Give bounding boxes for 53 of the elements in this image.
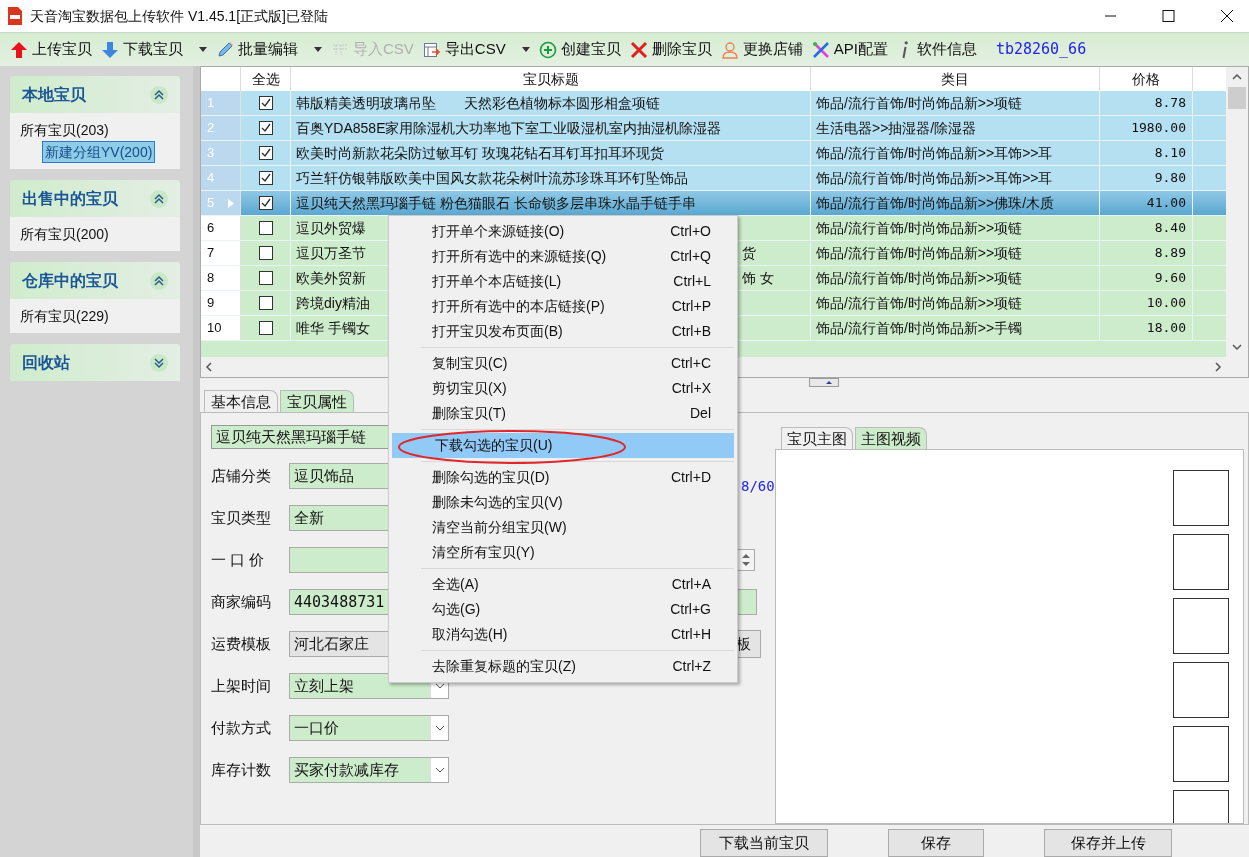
account-name: tb28260_66 [995,39,1087,61]
char-counter: 8/60 [741,477,775,496]
table-cell-text: 饰品/流行首饰/时尚饰品新>>耳饰>>耳 [816,168,1053,188]
table-cell-text: 逗贝外贸爆 [296,218,366,238]
field-label: 商家编码 [211,591,272,612]
table-cell-text: 跨境diy精油 [296,293,370,313]
table-cell-text: 10.00 [1146,294,1186,313]
table-cell-text: 饰品/流行首饰/时尚饰品新>>耳饰>>耳 [816,143,1053,163]
row-number: 5 [207,194,215,213]
field-label: 店铺分类 [211,465,272,486]
table-cell-text: 百奥YDA858E家用除湿机大功率地下室工业吸湿机室内抽湿机除湿器 [296,118,722,138]
field-label: 库存计数 [211,759,272,780]
field-label: 运费模板 [211,633,272,654]
field-label: 付款方式 [211,717,272,738]
table-cell-text: 饰品/流行首饰/时尚饰品新>>佛珠/木质 [816,193,1055,213]
row-number: 1 [207,94,215,113]
table-cell-text: 巧兰轩仿银韩版欧美中国风女款花朵树叶流苏珍珠耳环钉坠饰品 [296,168,688,188]
table-cell-text: 欧美外贸新 [296,268,366,288]
row-number: 2 [207,119,215,138]
row-number: 4 [207,169,215,188]
table-cell-text: 逗贝纯天然黑玛瑙手链 粉色猫眼石 长命锁多层串珠水晶手链手串 [296,193,696,213]
field-label: 一 口 价 [211,549,266,570]
table-cell-text: 饰品/流行首饰/时尚饰品新>>项链 [816,93,1023,113]
row-number: 10 [207,319,222,338]
row-number: 9 [207,294,215,313]
table-cell: 饰 女 [742,269,774,286]
field-label: 宝贝类型 [211,507,272,528]
table-cell-text: 8.78 [1154,94,1186,113]
row-number: 8 [207,269,215,288]
table-cell: 货 [742,244,756,261]
table-cell-text: 饰品/流行首饰/时尚饰品新>>项链 [816,293,1023,313]
row-number: 6 [207,219,215,238]
table-cell-text: 41.00 [1146,194,1186,213]
table-cell-text: 欧美时尚新款花朵防过敏耳钉 玫瑰花钻石耳钉耳扣耳环现货 [296,143,664,163]
row-number: 7 [207,244,215,263]
table-cell-text: 饰品/流行首饰/时尚饰品新>>项链 [816,268,1023,288]
row-number: 3 [207,144,215,163]
table-cell-text: 生活电器>>抽湿器/除湿器 [816,118,977,138]
window-title: 天音淘宝数据包上传软件 V1.45.1[正式版]已登陆 [30,6,328,26]
table-cell-text: 饰品/流行首饰/时尚饰品新>>项链 [816,218,1023,238]
table-cell-text: 逗贝万圣节 [296,243,366,263]
table-cell-text: 18.00 [1146,319,1186,338]
table-cell-text: 饰品/流行首饰/时尚饰品新>>手镯 [816,318,1023,338]
field-label: 上架时间 [211,675,272,696]
table-cell-text: 9.80 [1154,169,1186,188]
table-cell-text: 饰品/流行首饰/时尚饰品新>>项链 [816,243,1023,263]
table-cell-text: 8.89 [1154,244,1186,263]
table-cell-text: 9.60 [1154,269,1186,288]
table-cell-text: 8.40 [1154,219,1186,238]
table-cell-text: 韩版精美透明玻璃吊坠 天然彩色植物标本圆形相盒项链 [296,93,660,113]
table-cell-text: 8.10 [1154,144,1186,163]
table-cell-text: 1980.00 [1131,119,1186,138]
table-cell-text: 唯华 手镯女 [296,318,370,338]
